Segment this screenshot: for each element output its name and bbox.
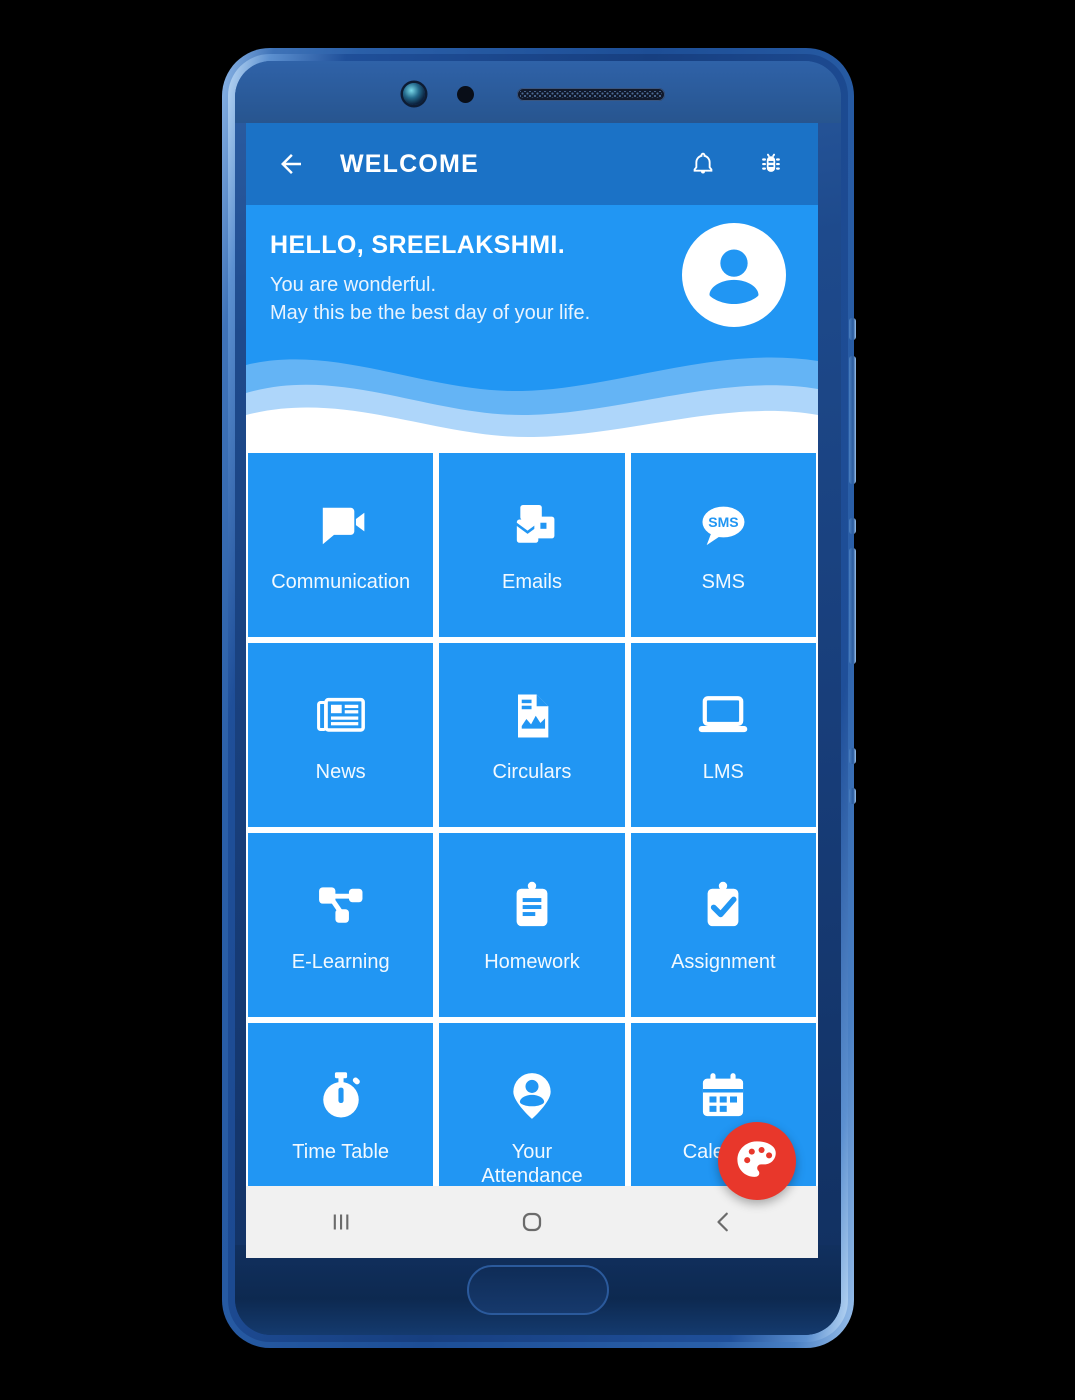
back-button[interactable] [270,143,312,185]
color-palette-icon [737,1141,776,1177]
clipboard-lines-icon [504,875,560,937]
notifications-button[interactable] [680,141,726,187]
tile-e-learning[interactable]: E-Learning [248,833,434,1017]
side-button-top[interactable] [849,318,856,340]
phone-screen: WELCOME HELLO, SREELAKSHMI. You are wond… [246,123,818,1258]
front-camera-icon [403,83,425,105]
tile-label: Communication [271,571,411,593]
newspaper-icon [313,685,369,747]
tile-your-attendance[interactable]: Your Attendance [439,1023,625,1207]
bell-icon [693,152,713,174]
tile-homework[interactable]: Homework [439,833,625,1017]
document-chart-icon [504,685,560,747]
tile-lms[interactable]: LMS [630,643,816,827]
person-pin-icon [504,1065,560,1127]
avatar[interactable] [682,223,786,327]
greeting-title: HELLO, SREELAKSHMI. [270,231,566,259]
recents-icon [334,1214,349,1230]
envelope-cards-icon [504,495,560,557]
greeting-text-block: HELLO, SREELAKSHMI. You are wonderful. M… [270,231,590,327]
tile-label: Your Attendance [481,1141,583,1187]
phone-top-bezel [235,61,841,123]
page-title: WELCOME [340,149,479,178]
clipboard-check-icon [695,875,751,937]
side-button-lower-1 [849,748,856,764]
proximity-sensor-icon [457,86,474,103]
tile-label: Time Table [292,1141,390,1163]
home-circle-icon [522,1212,542,1232]
tile-label: Circulars [492,761,572,783]
app-bar: WELCOME [246,123,818,205]
tile-label: Assignment [671,951,776,973]
sms-icon-text: SMS [709,514,739,530]
earpiece-speaker-icon [517,88,665,101]
bug-icon [762,153,780,172]
sms-speech-bubble-icon: SMS [695,495,751,557]
android-nav-bar [246,1186,818,1258]
tile-sms[interactable]: SMS SMS [630,453,816,637]
phone-body: WELCOME HELLO, SREELAKSHMI. You are wond… [235,61,841,1335]
tile-time-table[interactable]: Time Table [248,1023,434,1207]
tile-communication[interactable]: Communication [248,453,434,637]
network-nodes-icon [313,875,369,937]
stopwatch-icon [313,1065,369,1127]
back-arrow-icon [281,154,301,174]
greeting-line-1: You are wonderful. [270,274,437,296]
recents-button[interactable] [296,1186,386,1258]
phone-device-frame: WELCOME HELLO, SREELAKSHMI. You are wond… [222,48,856,1348]
tile-label: News [315,761,366,783]
home-button[interactable] [487,1186,577,1258]
physical-home-button[interactable] [467,1265,609,1315]
laptop-icon [695,685,751,747]
calendar-icon [695,1065,751,1127]
volume-rocker-button[interactable] [849,356,856,484]
tile-label: Emails [501,571,562,593]
greeting-line-2: May this be the best day of your life. [270,301,591,324]
tile-label: E-Learning [291,951,390,973]
phone-bottom-chin [235,1245,841,1335]
power-button[interactable] [849,548,856,664]
tile-label: SMS [701,571,745,593]
side-button-divider [849,518,856,534]
wave-layers-icon [246,357,818,453]
side-button-lower-2 [849,788,856,804]
tile-news[interactable]: News [248,643,434,827]
tile-circulars[interactable]: Circulars [439,643,625,827]
video-chat-bubble-icon [313,495,369,557]
tile-emails[interactable]: Emails [439,453,625,637]
tile-label: Homework [484,951,580,973]
nav-back-chevron-icon [717,1212,728,1232]
person-avatar-icon [709,249,759,305]
tile-assignment[interactable]: Assignment [630,833,816,1017]
theme-palette-fab[interactable] [718,1122,796,1200]
greeting-hero: HELLO, SREELAKSHMI. You are wonderful. M… [246,205,818,453]
menu-tile-grid: Communication Emails SMS SMS News Circul… [246,453,818,1207]
wave-decoration [246,335,818,453]
report-bug-button[interactable] [748,141,794,187]
tile-label: LMS [702,761,744,783]
